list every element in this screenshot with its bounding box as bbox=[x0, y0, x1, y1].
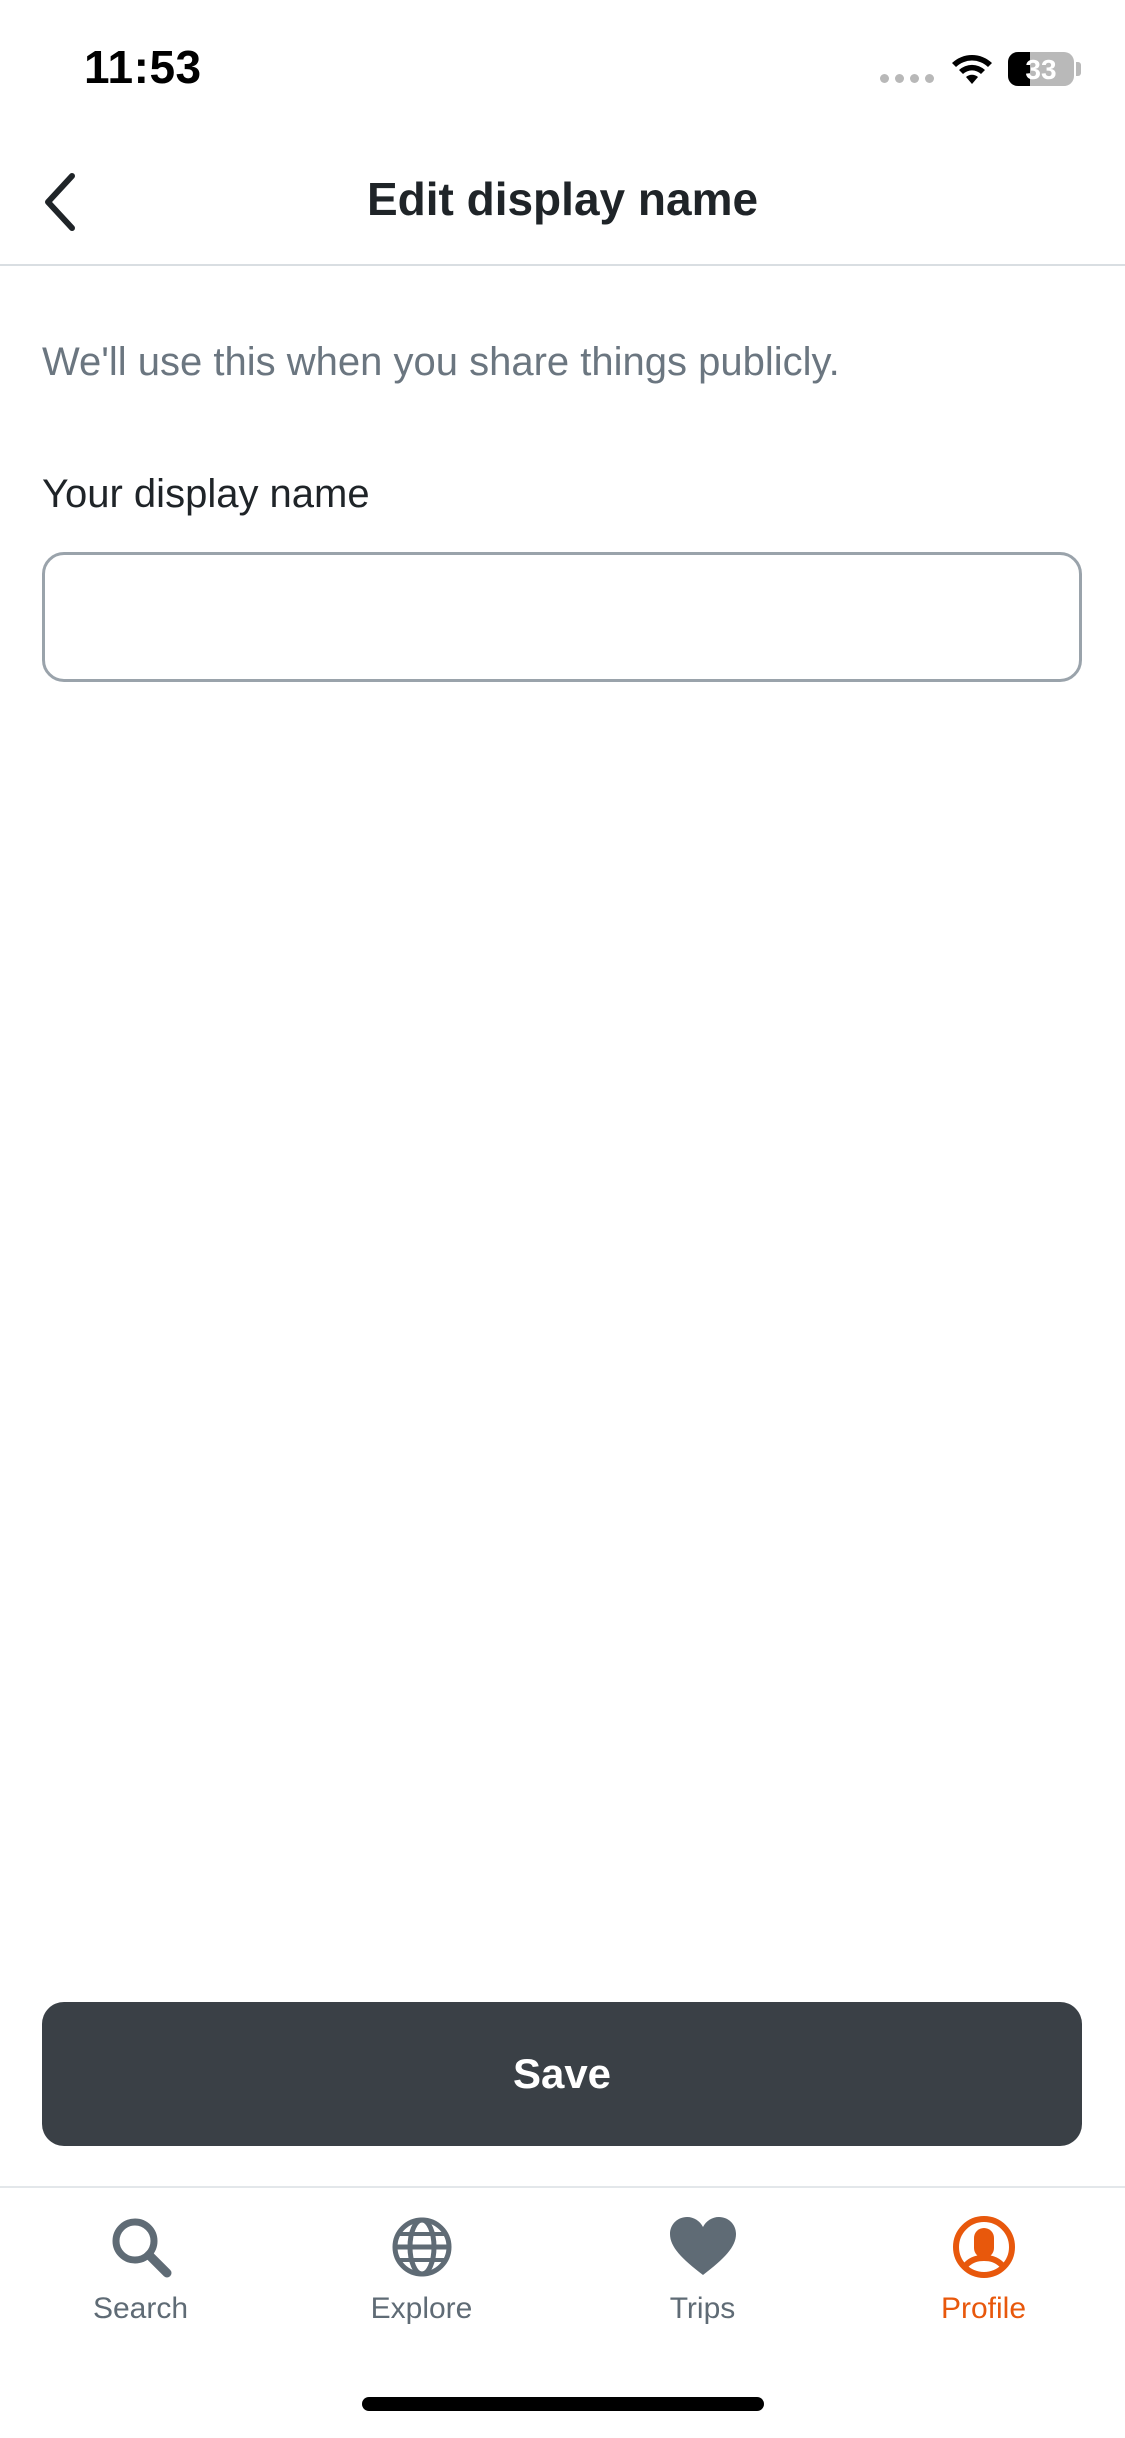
battery-cap bbox=[1076, 62, 1081, 76]
tab-search[interactable]: Search bbox=[0, 2212, 281, 2362]
display-name-input[interactable] bbox=[42, 552, 1082, 682]
tab-profile[interactable]: Profile bbox=[843, 2212, 1124, 2362]
tab-label-explore: Explore bbox=[370, 2292, 473, 2325]
intro-text: We'll use this when you share things pub… bbox=[42, 340, 840, 384]
cellular-signal-icon bbox=[880, 74, 934, 83]
search-icon bbox=[106, 2212, 176, 2282]
home-indicator[interactable] bbox=[362, 2397, 764, 2411]
heart-icon bbox=[668, 2212, 738, 2282]
battery-percent: 33 bbox=[1025, 54, 1057, 85]
tab-explore[interactable]: Explore bbox=[281, 2212, 562, 2362]
tab-label-search: Search bbox=[92, 2292, 189, 2325]
battery-icon: 33 bbox=[1008, 52, 1074, 86]
tab-trips[interactable]: Trips bbox=[562, 2212, 843, 2362]
wifi-icon bbox=[952, 55, 992, 84]
status-bar: 11:53 33 bbox=[0, 0, 1125, 140]
page-title: Edit display name bbox=[366, 173, 759, 225]
display-name-label: Your display name bbox=[42, 472, 370, 516]
save-button[interactable]: Save bbox=[42, 2002, 1082, 2146]
globe-icon bbox=[387, 2212, 457, 2282]
profile-icon bbox=[949, 2212, 1019, 2282]
tab-label-trips: Trips bbox=[669, 2292, 736, 2325]
status-time: 11:53 bbox=[84, 41, 202, 93]
tab-label-profile: Profile bbox=[940, 2292, 1027, 2325]
nav-header: Edit display name bbox=[0, 140, 1125, 266]
